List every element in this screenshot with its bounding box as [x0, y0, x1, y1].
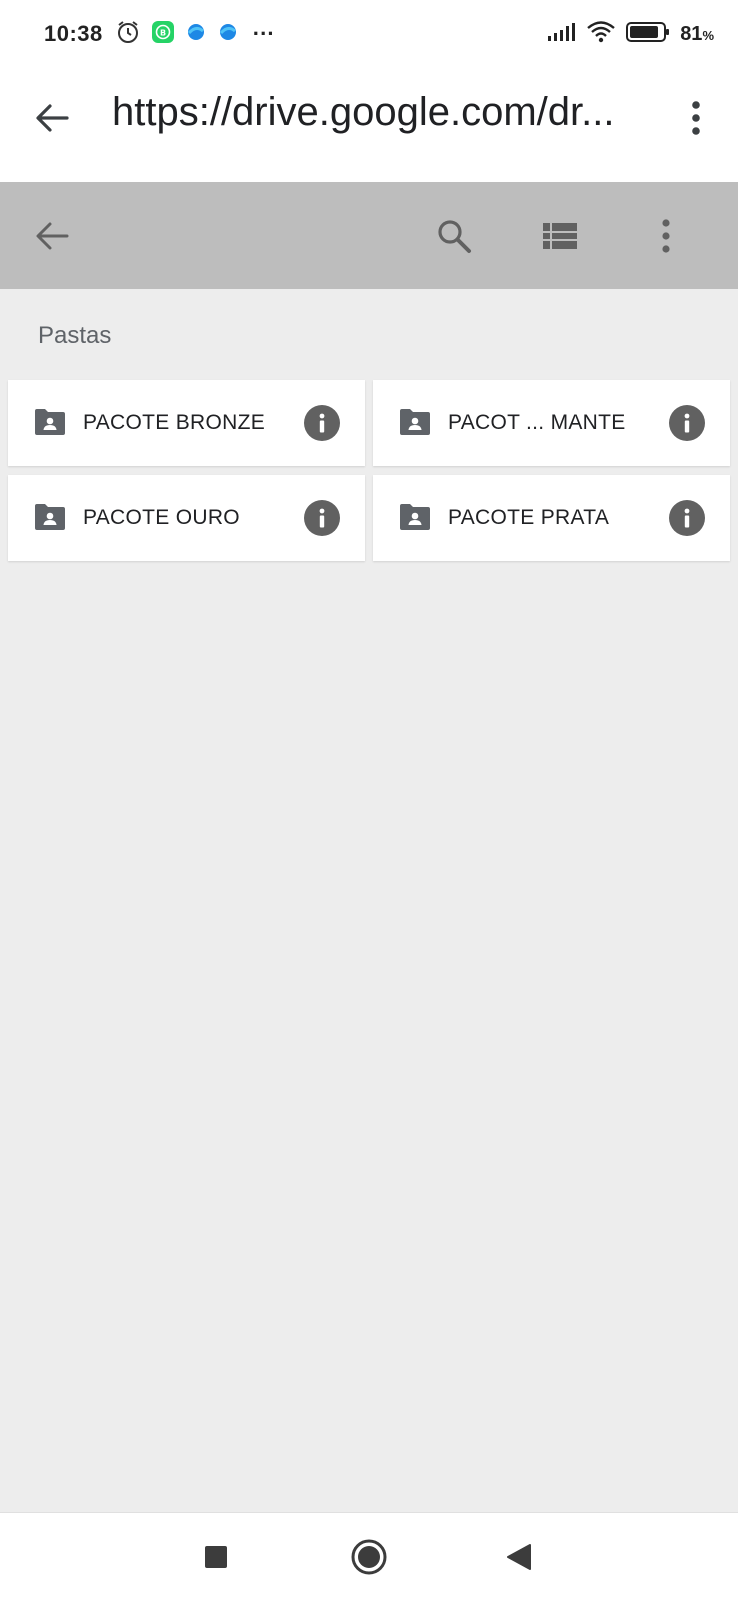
info-icon[interactable]	[304, 405, 340, 441]
info-icon[interactable]	[669, 500, 705, 536]
battery-percent-unit: %	[702, 27, 714, 43]
wifi-icon	[586, 20, 616, 49]
info-icon[interactable]	[304, 500, 340, 536]
section-title-folders: Pastas	[38, 322, 112, 349]
arrow-back-icon[interactable]	[25, 209, 79, 263]
folder-name: PACOT ... MANTE	[448, 411, 626, 434]
search-icon[interactable]	[427, 209, 481, 263]
drive-toolbar	[0, 182, 738, 289]
battery-percent: 81%	[680, 23, 714, 46]
more-notifications-indicator: ···	[252, 21, 275, 46]
shared-folder-icon	[33, 407, 67, 437]
whatsapp-business-icon: B	[151, 20, 175, 49]
app-notification-icon	[217, 21, 239, 48]
alarm-icon	[115, 19, 141, 50]
recents-square-icon[interactable]	[194, 1535, 238, 1579]
folder-card[interactable]: PACOTE PRATA	[373, 475, 730, 561]
app-notification-icon	[185, 21, 207, 48]
browser-url-bar: https://drive.google.com/dr...	[0, 68, 738, 182]
arrow-back-icon[interactable]	[30, 96, 74, 140]
folder-name: PACOTE OURO	[83, 506, 240, 529]
system-nav-bar	[0, 1512, 738, 1600]
back-triangle-icon[interactable]	[497, 1535, 541, 1579]
home-circle-icon[interactable]	[347, 1535, 391, 1579]
status-bar: 10:38 B ··· 81%	[0, 0, 738, 68]
signal-icon	[546, 22, 576, 47]
status-system-icons: 81%	[546, 20, 714, 49]
folder-name: PACOTE PRATA	[448, 506, 610, 529]
list-view-icon[interactable]	[533, 209, 587, 263]
status-time: 10:38	[44, 21, 103, 46]
folder-card[interactable]: PACOTE OURO	[8, 475, 365, 561]
battery-percent-value: 81	[680, 22, 703, 45]
more-vert-icon[interactable]	[639, 209, 693, 263]
info-icon[interactable]	[669, 405, 705, 441]
folder-card[interactable]: PACOT ... MANTE	[373, 380, 730, 466]
url-text[interactable]: https://drive.google.com/dr...	[112, 90, 647, 135]
folder-name: PACOTE BRONZE	[83, 411, 266, 434]
folder-card[interactable]: PACOTE BRONZE	[8, 380, 365, 466]
more-vert-icon[interactable]	[672, 94, 720, 142]
shared-folder-icon	[33, 502, 67, 532]
battery-icon	[626, 21, 670, 48]
status-notification-icons: B ···	[115, 19, 275, 50]
shared-folder-icon	[398, 407, 432, 437]
shared-folder-icon	[398, 502, 432, 532]
svg-text:B: B	[160, 28, 166, 37]
screen: 10:38 B ··· 81% https://drive.google.com…	[0, 0, 738, 1600]
